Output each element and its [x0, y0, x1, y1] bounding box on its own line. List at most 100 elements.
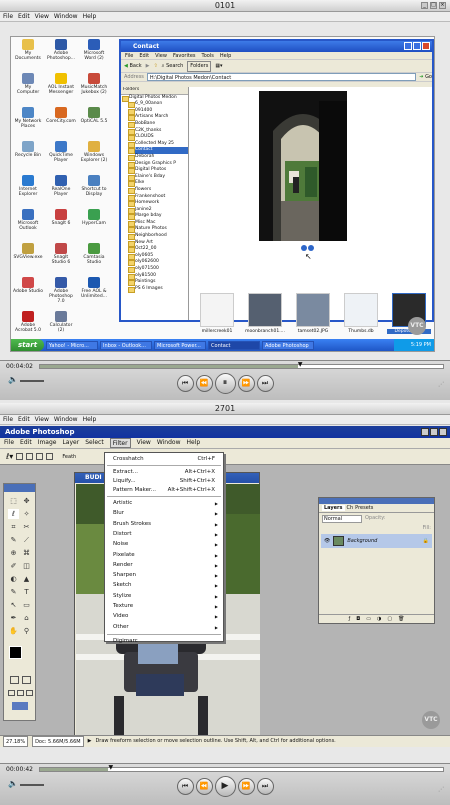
menu-view[interactable]: View — [35, 13, 49, 20]
filter-menu-item[interactable]: Distort ▶ — [113, 530, 219, 539]
blur-tool-icon[interactable]: ◐ — [8, 574, 19, 584]
desktop-icon[interactable]: Adobe Photoshop 7.0 — [46, 277, 76, 304]
bottom-volume-icon[interactable]: 🔈 — [8, 779, 18, 788]
filter-menu-item[interactable]: Sketch ▶ — [113, 581, 219, 590]
desktop-icon[interactable]: OptiCAL 5.5 — [79, 107, 109, 124]
folder-tree-item[interactable]: Artisans March — [128, 114, 188, 121]
crop-tool-icon[interactable]: ⌗ — [8, 522, 19, 532]
standard-mode-icon[interactable] — [10, 676, 19, 684]
folder-tree-item[interactable]: Paintings — [128, 279, 188, 286]
gradient-tool-icon[interactable]: ◫ — [21, 561, 32, 571]
top-resize-grip-icon[interactable]: ⋰ — [438, 381, 444, 388]
blend-mode-select[interactable]: Normal — [322, 515, 362, 523]
ps-menu-select[interactable]: Select — [85, 438, 104, 448]
desktop-icon[interactable]: AOL Instant Messenger — [46, 73, 76, 95]
filter-menu-item[interactable]: Artistic ▶ — [113, 499, 219, 508]
filter-menu-item[interactable]: Pattern Maker... Alt+Shift+Ctrl+X — [113, 486, 219, 495]
tab-layers[interactable]: Layers — [322, 505, 345, 511]
lasso-tool-icon[interactable]: ℓ — [8, 509, 19, 519]
layer-mask-icon[interactable]: ◘ — [356, 615, 360, 623]
subtract-selection-icon[interactable] — [36, 453, 44, 460]
filter-menu-item[interactable]: Digimarc — [113, 637, 219, 646]
new-set-icon[interactable]: ▭ — [366, 615, 371, 623]
menu-view[interactable]: View — [35, 416, 49, 423]
filter-menu-item[interactable]: Render ▶ — [113, 561, 219, 570]
delete-layer-icon[interactable]: 🗑 — [398, 615, 404, 623]
desktop-icon[interactable]: SnagIt Studio 6 — [46, 243, 76, 265]
go-button[interactable]: ➜ Go — [419, 73, 432, 81]
desktop-icon[interactable]: My Computer — [13, 73, 43, 95]
eyedropper-tool-icon[interactable]: ⌂ — [21, 613, 32, 623]
top-skip-back-button[interactable]: ⏮ — [176, 374, 194, 392]
taskbar-item[interactable]: Adobe Photoshop — [262, 340, 315, 350]
desktop-icon[interactable]: Microsoft Outlook — [13, 209, 43, 231]
folder-tree-item[interactable]: Oct22_00 — [128, 246, 188, 253]
folder-tree-item[interactable]: CLOUDS — [128, 134, 188, 141]
desktop-icon[interactable]: Adobe Acrobat 5.0 — [13, 311, 43, 333]
folder-tree-item[interactable]: PS 6 Images — [128, 286, 188, 293]
explorer-minimize-icon[interactable] — [404, 42, 412, 50]
explorer-menu-tools[interactable]: Tools — [202, 53, 214, 59]
ps-menu-file[interactable]: File — [4, 438, 14, 448]
top-rewind-button[interactable]: ⏪ — [195, 374, 213, 392]
desktop-icon[interactable]: Shortcut to Display — [79, 175, 109, 197]
start-button[interactable]: start — [11, 339, 45, 351]
ps-maximize-icon[interactable] — [430, 428, 438, 436]
screen-mode-standard-icon[interactable] — [8, 690, 15, 696]
filter-menu-item[interactable]: Pixelate ▶ — [113, 551, 219, 560]
pen-tool-icon[interactable]: ↖ — [8, 600, 19, 610]
tab-presets[interactable]: Presets — [355, 505, 373, 511]
forward-icon[interactable]: ▶ — [146, 60, 150, 73]
ps-minimize-icon[interactable] — [421, 428, 429, 436]
menu-window[interactable]: Window — [54, 416, 78, 423]
minimize-icon[interactable]: _ — [421, 2, 428, 9]
desktop-icon[interactable]: SVGView.exe — [13, 243, 43, 260]
filter-menu-item[interactable]: Other ▶ — [113, 623, 219, 632]
menu-file[interactable]: File — [3, 416, 13, 423]
filter-menu-item[interactable]: Brush Strokes ▶ — [113, 520, 219, 529]
bottom-scrubber[interactable]: ▼ — [38, 764, 444, 772]
explorer-close-icon[interactable] — [422, 42, 430, 50]
ps-menu-help[interactable]: Help — [187, 438, 201, 448]
thumbnail-image[interactable] — [296, 293, 330, 327]
folders-button[interactable]: Folders — [187, 60, 212, 72]
menu-help[interactable]: Help — [83, 13, 97, 20]
desktop-icon[interactable]: Free AOL & Unlimited... — [79, 277, 109, 299]
desktop-icon[interactable]: Adobe Studio — [13, 277, 43, 294]
menu-edit[interactable]: Edit — [18, 13, 30, 20]
taskbar-item[interactable]: Contact — [208, 340, 261, 350]
folder-tree-item[interactable]: flowers — [128, 187, 188, 194]
shape-tool-icon[interactable]: ▭ — [21, 600, 32, 610]
taskbar-item[interactable]: Yahoo! - Micro... — [46, 340, 99, 350]
desktop-icon[interactable]: HyperCam — [79, 209, 109, 226]
filter-menu-item[interactable]: Noise ▶ — [113, 540, 219, 549]
top-skip-forward-button[interactable]: ⏭ — [256, 374, 274, 392]
layer-visibility-icon[interactable]: 👁 — [324, 538, 330, 544]
filter-menu-item[interactable]: Liquify... Shift+Ctrl+X — [113, 477, 219, 486]
screen-mode-full-icon[interactable] — [26, 690, 33, 696]
desktop-icon[interactable]: My Documents — [13, 39, 43, 61]
new-selection-icon[interactable] — [16, 453, 24, 460]
quickmask-mode-icon[interactable] — [22, 676, 31, 684]
tab-channels[interactable]: Ch — [347, 505, 354, 511]
desktop-icon[interactable]: RealOne Player — [46, 175, 76, 197]
status-arrow-icon[interactable]: ▶ — [88, 736, 92, 747]
eraser-tool-icon[interactable]: ✐ — [8, 561, 19, 571]
desktop-icon[interactable]: CoreCity.com — [46, 107, 76, 124]
filter-menu-item[interactable]: Stylize ▶ — [113, 592, 219, 601]
path-selection-icon[interactable]: ✎ — [8, 587, 19, 597]
explorer-maximize-icon[interactable] — [413, 42, 421, 50]
desktop-icon[interactable]: Calculator (2) — [46, 311, 76, 333]
folder-tree-item[interactable]: oly071500 — [128, 266, 188, 273]
filter-menu-item[interactable]: Extract... Alt+Ctrl+X — [113, 468, 219, 477]
desktop-icon[interactable]: Windows Explorer (2) — [79, 141, 109, 163]
history-brush-icon[interactable]: ⌘ — [21, 548, 32, 558]
lasso-tool-icon[interactable]: ℓ▾ — [6, 452, 13, 461]
marquee-tool-icon[interactable]: ⬚ — [8, 496, 19, 506]
zoom-level[interactable]: 27.18% — [3, 736, 29, 747]
desktop-icon[interactable]: Adobe Photoshop... — [46, 39, 76, 61]
adjustment-layer-icon[interactable]: ◑ — [377, 615, 381, 623]
bottom-skip-back-button[interactable]: ⏮ — [176, 777, 194, 795]
top-scrubber[interactable]: ▼ — [38, 361, 444, 369]
explorer-menu-file[interactable]: File — [125, 53, 133, 59]
